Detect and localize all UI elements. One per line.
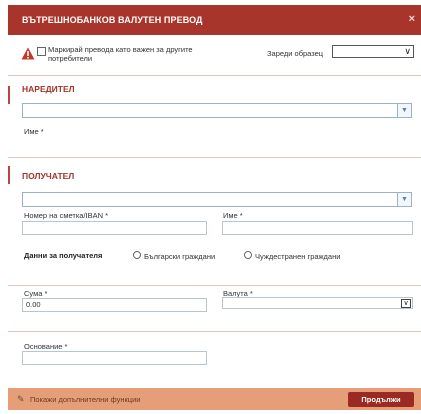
section-accent: [8, 86, 10, 104]
amount-input[interactable]: 0.00: [22, 298, 207, 312]
recipient-name-label: Име *: [223, 211, 243, 220]
recipient-combo[interactable]: ▼: [22, 192, 412, 207]
basis-input[interactable]: [22, 351, 207, 365]
recipient-title: ПОЛУЧАТЕЛ: [22, 171, 75, 181]
dialog-title-bar: ВЪТРЕШНОБАНКОВ ВАЛУТЕН ПРЕВОД ×: [8, 5, 421, 35]
amount-label: Сума *: [24, 289, 48, 298]
sender-title: НАРЕДИТЕЛ: [22, 84, 75, 94]
combo-dropdown-icon[interactable]: ▼: [397, 193, 411, 206]
sender-name-label: Име *: [24, 127, 44, 136]
options-bar: Маркирай превода като важен за другите п…: [8, 36, 421, 74]
load-template-select[interactable]: ∨: [332, 45, 414, 58]
more-functions-link[interactable]: Покажи допълнителни функции: [30, 395, 140, 404]
section-accent: [8, 166, 10, 184]
combo-dropdown-icon[interactable]: ▼: [397, 104, 411, 117]
chevron-down-icon: ∨: [401, 299, 411, 308]
mark-important-checkbox[interactable]: [37, 47, 46, 56]
dialog-footer: ✎ Покажи допълнителни функции Продължи: [8, 388, 421, 410]
currency-select[interactable]: ∨: [222, 297, 413, 309]
radio-bulgarian-label: Български граждани: [144, 252, 216, 261]
recipient-section: ПОЛУЧАТЕЛ ▼ Номер на сметка/IBAN * Име *…: [8, 157, 421, 283]
iban-label: Номер на сметка/IBAN *: [24, 211, 109, 220]
basis-label: Основание *: [24, 342, 68, 351]
iban-input[interactable]: [22, 221, 207, 235]
radio-foreign[interactable]: [244, 251, 252, 259]
pencil-icon: ✎: [17, 394, 25, 404]
radio-foreign-label: Чуждестранен граждани: [255, 252, 341, 261]
load-template-label: Зареди образец: [267, 49, 324, 58]
recipient-name-input[interactable]: [222, 221, 413, 235]
close-icon[interactable]: ×: [409, 13, 415, 25]
continue-button[interactable]: Продължи: [348, 392, 414, 407]
chevron-down-icon: ∨: [404, 46, 411, 56]
recipient-data-label: Данни за получателя: [24, 251, 103, 260]
mark-important-label: Маркирай превода като важен за другите п…: [48, 45, 193, 63]
basis-section: Основание *: [8, 331, 421, 386]
dialog-title: ВЪТРЕШНОБАНКОВ ВАЛУТЕН ПРЕВОД: [22, 15, 203, 25]
sender-account-combo[interactable]: ▼: [22, 103, 412, 118]
amount-value: 0.00: [26, 300, 41, 309]
amount-section: Сума * 0.00 Валута * ∨: [8, 285, 421, 329]
sender-section: НАРЕДИТЕЛ ▼ Име *: [8, 75, 421, 155]
radio-bulgarian[interactable]: [133, 251, 141, 259]
warning-triangle-icon: [21, 47, 35, 60]
